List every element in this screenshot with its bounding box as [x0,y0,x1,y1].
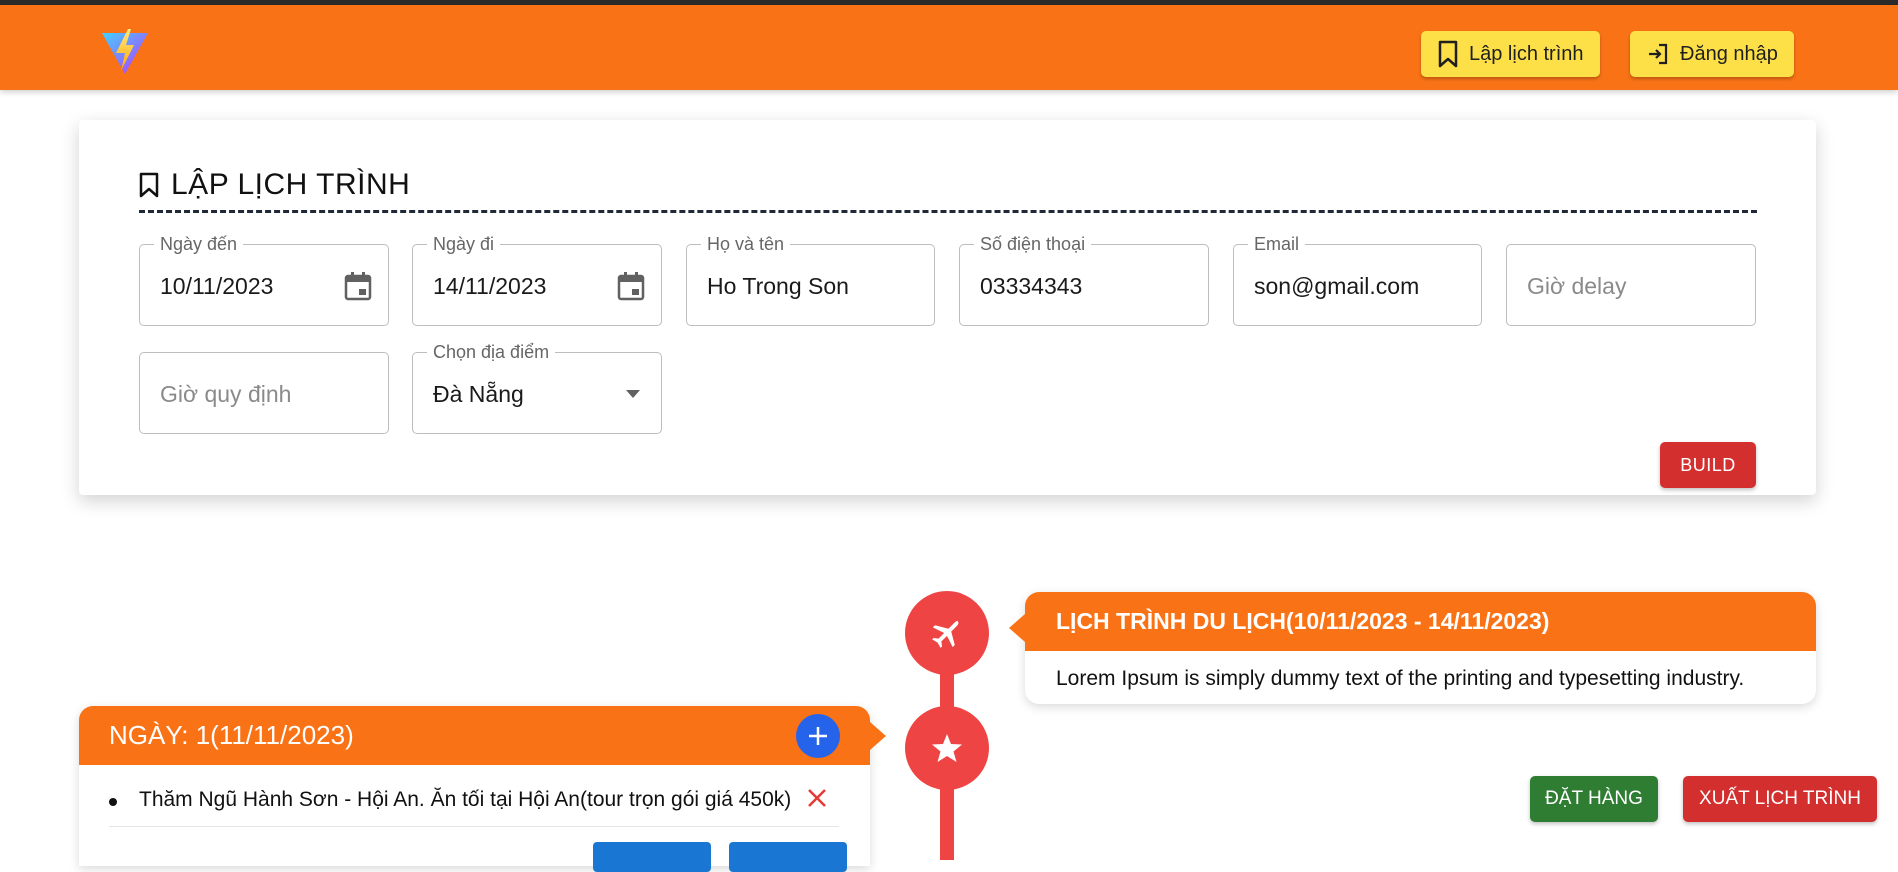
schedule-nav-button[interactable]: Lập lịch trình [1421,31,1600,77]
bookmark-icon [1438,40,1458,68]
export-schedule-button[interactable]: XUẤT LỊCH TRÌNH [1683,776,1877,822]
email-field[interactable]: Email son@gmail.com [1233,234,1482,326]
dropdown-arrow-icon[interactable] [625,389,641,399]
phone-field[interactable]: Số điện thoại 03334343 [959,234,1209,326]
activity-text: Thăm Ngũ Hành Sơn - Hội An. Ăn tối tại H… [139,788,792,811]
star-icon [932,734,962,762]
phone-value: 03334343 [980,273,1083,299]
email-value: son@gmail.com [1254,273,1420,299]
card-pointer [870,722,886,750]
departure-date-field[interactable]: Ngày đi 14/11/2023 [412,234,662,326]
fixed-time-placeholder: Giờ quy định [160,381,292,407]
day-title: NGÀY: 1(11/11/2023) [109,720,354,750]
login-nav-label: Đăng nhập [1680,42,1778,65]
trip-description: Lorem Ipsum is simply dummy text of the … [1056,667,1745,690]
phone-label: Số điện thoại [974,234,1092,255]
order-button[interactable]: ĐẶT HÀNG [1530,776,1658,822]
fixed-time-field[interactable]: Giờ quy định [139,352,389,434]
login-icon [1649,43,1668,65]
arrival-date-label: Ngày đến [154,234,244,255]
name-field[interactable]: Họ và tên Ho Trong Son [686,234,935,326]
day-header: NGÀY: 1(11/11/2023) [79,706,886,765]
activity-item: Thăm Ngũ Hành Sơn - Hội An. Ăn tối tại H… [109,786,839,827]
add-activity-button[interactable] [796,714,840,758]
name-label: Họ và tên [701,234,791,255]
plane-icon-circle [905,591,989,675]
bookmark-icon [139,172,159,198]
card-pointer [1009,614,1025,642]
departure-date-label: Ngày đi [427,234,501,255]
location-value: Đà Nẵng [433,381,524,407]
build-button[interactable]: BUILD [1660,442,1756,488]
arrival-date-field[interactable]: Ngày đến 10/11/2023 [139,234,389,326]
activity-action-button-1[interactable] [593,842,711,872]
arrival-date-value: 10/11/2023 [160,273,274,299]
trip-summary-card: LỊCH TRÌNH DU LỊCH(10/11/2023 - 14/11/20… [1009,592,1816,704]
plane-icon [932,620,959,648]
delete-activity-icon[interactable] [805,786,829,810]
title-divider [139,210,1757,213]
bullet [109,798,117,806]
navbar: Lập lịch trình Đăng nhập [0,5,1898,90]
email-label: Email [1248,234,1306,255]
delay-time-placeholder: Giờ delay [1527,273,1627,299]
trip-title: LỊCH TRÌNH DU LỊCH(10/11/2023 - 14/11/20… [1025,592,1816,651]
location-label: Chọn địa điểm [427,342,556,363]
location-select[interactable]: Chọn địa điểm Đà Nẵng [412,342,662,434]
form-title: LẬP LỊCH TRÌNH [139,168,410,202]
delay-time-field[interactable]: Giờ delay [1506,244,1756,326]
schedule-nav-label: Lập lịch trình [1469,42,1584,65]
form-title-text: LẬP LỊCH TRÌNH [171,168,411,201]
name-value: Ho Trong Son [707,273,849,299]
calendar-icon[interactable] [344,271,372,301]
calendar-icon[interactable] [617,271,645,301]
login-nav-button[interactable]: Đăng nhập [1630,31,1794,77]
plus-icon [809,727,827,745]
vite-logo-icon[interactable] [100,27,150,77]
day-card: NGÀY: 1(11/11/2023) Thăm Ngũ Hành Sơn - … [79,706,886,872]
departure-date-value: 14/11/2023 [433,273,547,299]
activity-action-button-2[interactable] [729,842,847,872]
star-icon-circle [905,706,989,790]
